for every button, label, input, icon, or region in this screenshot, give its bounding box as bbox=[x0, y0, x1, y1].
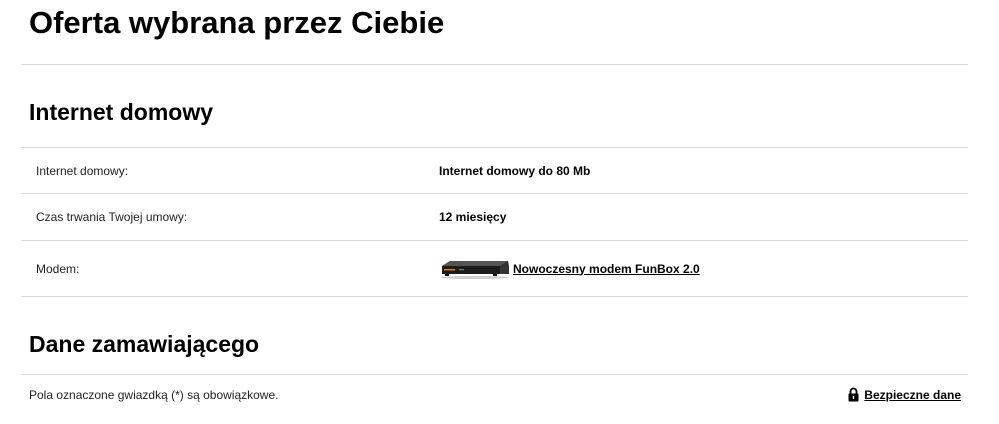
header-divider bbox=[21, 64, 968, 65]
offer-row-modem: Modem: Nowoczesny modem FunBox 2.0 bbox=[21, 241, 968, 296]
secure-data: Bezpieczne dane bbox=[848, 387, 961, 402]
internet-section-title: Internet domowy bbox=[29, 99, 214, 125]
row-label: Internet domowy: bbox=[36, 163, 129, 178]
row-label: Modem: bbox=[36, 261, 80, 276]
required-fields-note: Pola oznaczone gwiazdką (*) są obowiązko… bbox=[29, 388, 279, 402]
modem-details-link[interactable]: Nowoczesny modem FunBox 2.0 bbox=[513, 262, 700, 276]
offer-row-contract: Czas trwania Twojej umowy: 12 miesięcy bbox=[21, 194, 968, 240]
page-title: Oferta wybrana przez Ciebie bbox=[29, 5, 445, 40]
offer-row-internet: Internet domowy: Internet domowy do 80 M… bbox=[21, 148, 968, 193]
section-divider bbox=[21, 296, 968, 297]
row-label: Czas trwania Twojej umowy: bbox=[36, 210, 188, 224]
modem-image bbox=[441, 260, 509, 279]
orderer-section-title: Dane zamawiającego bbox=[29, 331, 260, 357]
row-value: Internet domowy do 80 Mb bbox=[439, 163, 591, 178]
section-divider bbox=[21, 374, 968, 375]
lock-icon bbox=[848, 387, 859, 402]
secure-data-link[interactable]: Bezpieczne dane bbox=[864, 388, 961, 402]
row-value: 12 miesięcy bbox=[439, 210, 507, 224]
modem-value: Nowoczesny modem FunBox 2.0 bbox=[439, 259, 700, 279]
